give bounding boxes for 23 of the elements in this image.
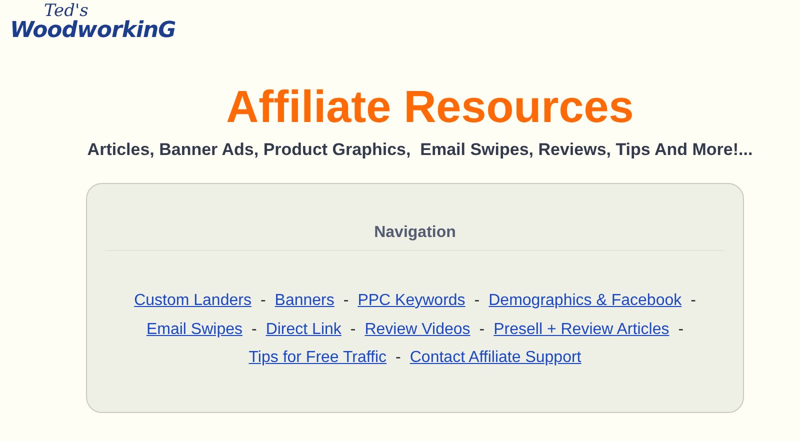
separator: - — [396, 348, 401, 368]
navigation-heading: Navigation — [374, 224, 456, 242]
nav-link[interactable]: Review Videos — [364, 316, 470, 344]
nav-link[interactable]: Banners — [274, 287, 334, 316]
separator: - — [690, 291, 696, 311]
separator: - — [678, 320, 684, 340]
separator: - — [479, 320, 485, 340]
separator: - — [474, 291, 480, 311]
nav-link[interactable]: Contact Affiliate Support — [410, 344, 582, 372]
nav-link[interactable]: PPC Keywords — [358, 287, 466, 316]
page-title: Affiliate Resources — [226, 80, 634, 134]
nav-link[interactable]: Demographics & Facebook — [488, 287, 682, 316]
separator: - — [251, 320, 257, 340]
nav-link[interactable]: Presell + Review Articles — [494, 316, 670, 344]
logo[interactable]: Ted's WoodworkinG — [10, 2, 192, 46]
nav-link[interactable]: Direct Link — [266, 316, 342, 344]
nav-link[interactable]: Tips for Free Traffic — [248, 344, 387, 372]
separator: - — [260, 291, 266, 311]
separator: - — [350, 320, 356, 340]
nav-link[interactable]: Custom Landers — [134, 287, 252, 316]
separator: - — [343, 291, 349, 311]
nav-link[interactable]: Email Swipes — [146, 316, 242, 344]
subtitle: Articles, Banner Ads, Product Graphics, Email Swipes, Reviews, Tips And More!... — [87, 140, 753, 160]
